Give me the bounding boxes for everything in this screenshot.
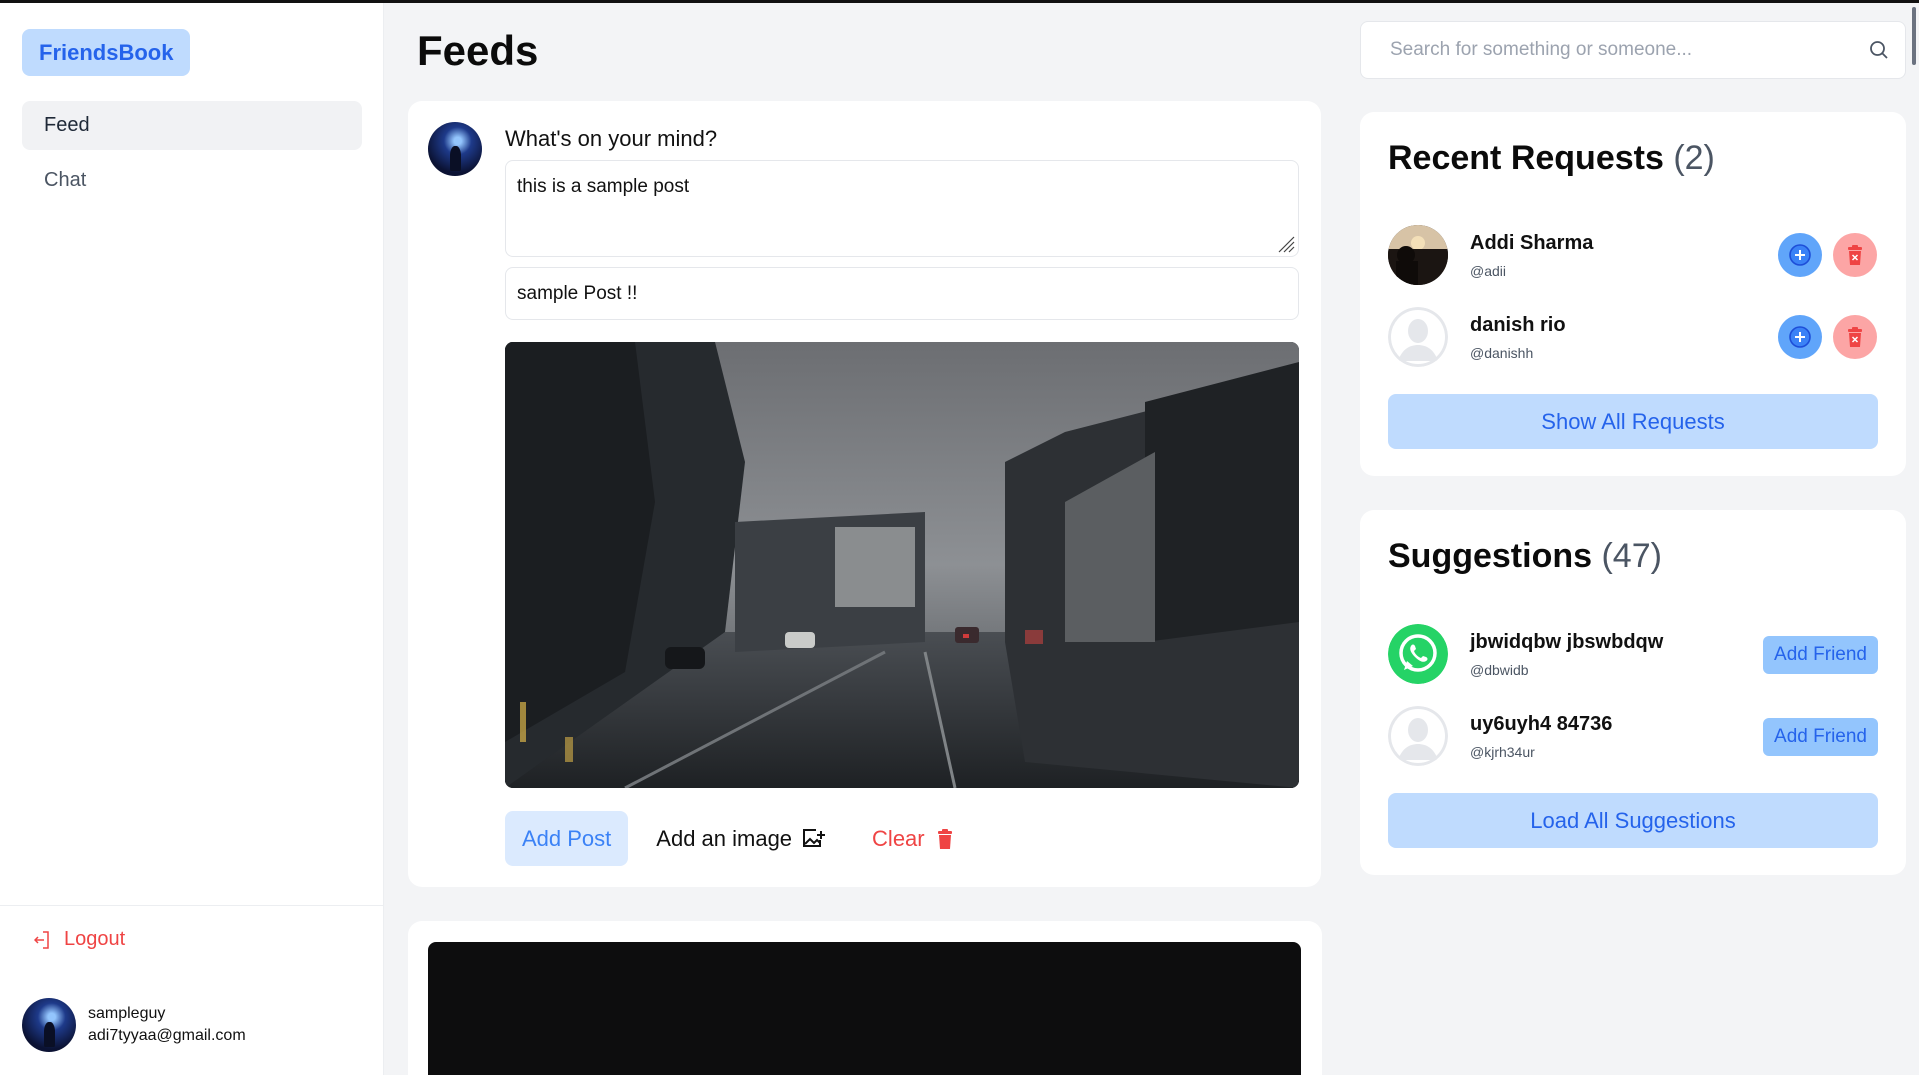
- delete-request-button[interactable]: [1833, 315, 1877, 359]
- accept-request-button[interactable]: [1778, 233, 1822, 277]
- logout-label: Logout: [64, 928, 126, 950]
- person-photo: [1388, 225, 1448, 285]
- requests-title: Recent Requests (2): [1388, 139, 1715, 178]
- add-friend-button[interactable]: Add Friend: [1763, 718, 1878, 756]
- feed-post-media[interactable]: [428, 942, 1301, 1075]
- brand-logo[interactable]: FriendsBook: [22, 29, 191, 76]
- add-post-button[interactable]: Add Post: [505, 811, 629, 866]
- resize-handle-icon[interactable]: [1275, 233, 1295, 253]
- post-composer: What's on your mind? this is a sample po…: [408, 101, 1321, 887]
- logout-icon: [34, 930, 49, 949]
- scrollbar[interactable]: [1912, 7, 1916, 65]
- person-handle: @adii: [1470, 263, 1507, 279]
- recent-requests-panel: Recent Requests (2) Addi Sharma @adii da…: [1360, 112, 1906, 476]
- clear-label: Clear: [872, 825, 925, 851]
- person-name[interactable]: jbwidqbw jbswbdqw: [1470, 631, 1663, 654]
- user-name: sampleguy: [88, 1005, 166, 1022]
- sidebar-item-feed[interactable]: Feed: [22, 101, 362, 150]
- delete-request-button[interactable]: [1833, 233, 1877, 277]
- suggestions-panel: Suggestions (47) jbwidqbw jbswbdqw @dbwi…: [1360, 510, 1906, 875]
- clear-button[interactable]: Clear: [872, 826, 953, 852]
- sidebar: FriendsBook Feed Chat Logout sampleguy a…: [0, 3, 384, 1075]
- search-input[interactable]: Search for something or someone...: [1360, 21, 1906, 79]
- whatsapp-avatar-icon: [1388, 624, 1448, 684]
- request-item: danish rio @danishh: [1388, 307, 1878, 367]
- person-handle: @danishh: [1470, 345, 1534, 361]
- requests-title-text: Recent Requests: [1388, 139, 1664, 177]
- add-image-label: Add an image: [656, 825, 793, 851]
- person-handle: @dbwidb: [1470, 662, 1529, 678]
- current-user-card[interactable]: sampleguy adi7tyyaa@gmail.com: [22, 998, 246, 1052]
- suggestions-title-text: Suggestions: [1388, 537, 1593, 575]
- search-icon[interactable]: [1869, 40, 1889, 60]
- trash-icon: [1848, 245, 1862, 265]
- avatar: [428, 122, 482, 176]
- request-item: Addi Sharma @adii: [1388, 225, 1878, 285]
- suggestions-count: (47): [1601, 537, 1662, 575]
- sidebar-item-chat[interactable]: Chat: [22, 156, 362, 205]
- image-add-icon: [803, 828, 826, 847]
- suggestions-title: Suggestions (47): [1388, 537, 1662, 576]
- accept-request-button[interactable]: [1778, 315, 1822, 359]
- suggestion-item: uy6uyh4 84736 @kjrh34ur Add Friend: [1388, 706, 1878, 766]
- composer-actions: Add Post Add an image Clear: [505, 811, 953, 866]
- person-name[interactable]: danish rio: [1470, 314, 1566, 337]
- composer-prompt: What's on your mind?: [505, 126, 718, 151]
- plus-circle-icon: [1789, 244, 1811, 266]
- sidebar-divider: [0, 905, 384, 906]
- show-all-requests-button[interactable]: Show All Requests: [1388, 394, 1878, 449]
- requests-count: (2): [1673, 139, 1715, 177]
- avatar: [1388, 225, 1448, 285]
- default-avatar-icon: [1388, 706, 1448, 766]
- logout-button[interactable]: Logout: [34, 928, 125, 951]
- feed-post: [408, 921, 1322, 1075]
- search-placeholder: Search for something or someone...: [1390, 39, 1693, 60]
- post-title-value: sample Post !!: [517, 283, 638, 304]
- person-name[interactable]: Addi Sharma: [1470, 232, 1593, 255]
- rainy-street-painting: [505, 342, 1299, 788]
- avatar: [22, 998, 76, 1052]
- post-text-input[interactable]: this is a sample post: [505, 160, 1299, 257]
- image-preview: [505, 342, 1299, 788]
- post-text-value: this is a sample post: [517, 176, 690, 197]
- default-avatar-icon: [1388, 307, 1448, 367]
- load-all-suggestions-button[interactable]: Load All Suggestions: [1388, 793, 1878, 848]
- plus-circle-icon: [1789, 326, 1811, 348]
- user-email: adi7tyyaa@gmail.com: [88, 1027, 246, 1044]
- trash-icon: [1848, 327, 1862, 347]
- add-friend-button[interactable]: Add Friend: [1763, 636, 1878, 674]
- person-name[interactable]: uy6uyh4 84736: [1470, 713, 1612, 736]
- suggestion-item: jbwidqbw jbswbdqw @dbwidb Add Friend: [1388, 624, 1878, 684]
- add-image-button[interactable]: Add an image: [656, 826, 826, 852]
- page-title: Feeds: [417, 27, 539, 74]
- person-handle: @kjrh34ur: [1470, 744, 1535, 760]
- trash-icon: [937, 828, 952, 849]
- post-title-input[interactable]: sample Post !!: [505, 267, 1299, 320]
